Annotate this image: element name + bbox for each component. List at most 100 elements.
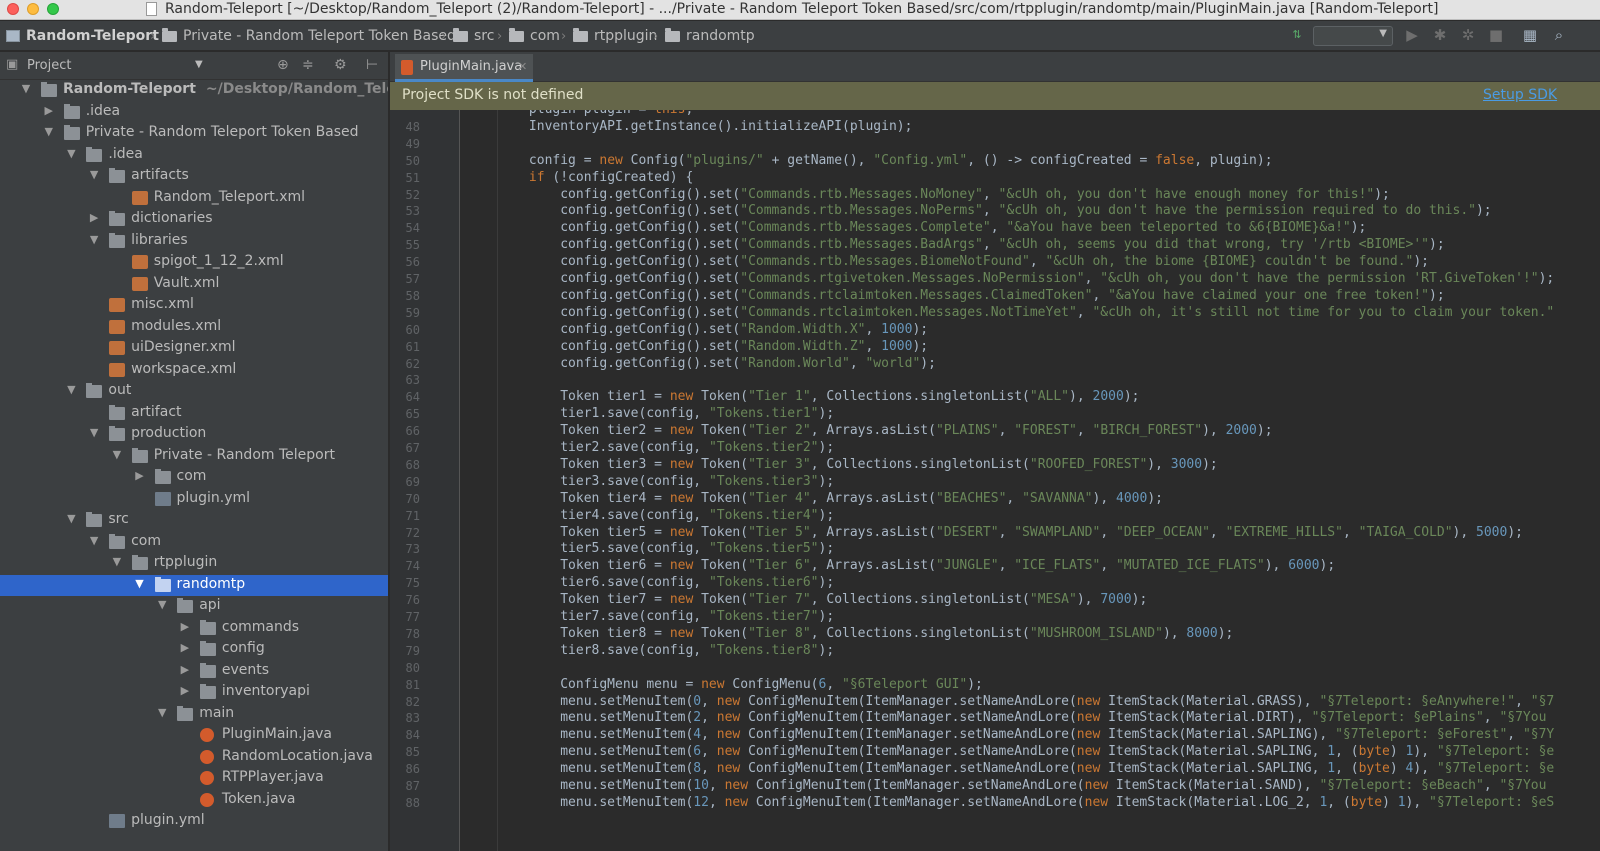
tree-item-libraries[interactable]: ▼ libraries (0, 231, 388, 252)
code-line[interactable]: menu.setMenuItem(2, new ConfigMenuItem(I… (461, 710, 1546, 725)
tree-item-uidesigner-xml[interactable]: uiDesigner.xml (0, 338, 388, 359)
code-line[interactable]: config = new Config("plugins/" + getName… (461, 153, 1273, 168)
tree-item-plugin-yml[interactable]: plugin.yml (0, 811, 388, 832)
code-line[interactable]: Token tier6 = new Token("Tier 6", Arrays… (461, 558, 1335, 573)
tree-item-vault-xml[interactable]: Vault.xml (0, 274, 388, 295)
tree-item-spigot-1-12-2-xml[interactable]: spigot_1_12_2.xml (0, 252, 388, 273)
collapsed-arrow-icon[interactable]: ▶ (179, 620, 191, 633)
minimize-window-button[interactable] (27, 3, 39, 15)
code-line[interactable]: tier1.save(config, "Tokens.tier1"); (461, 406, 834, 421)
tree-item-config[interactable]: ▶ config (0, 639, 388, 660)
locate-icon[interactable]: ⊕ (277, 57, 289, 73)
collapsed-arrow-icon[interactable]: ▶ (179, 663, 191, 676)
close-icon[interactable]: ✕ (518, 60, 527, 73)
tab-pluginmain-java[interactable]: PluginMain.java ✕ (395, 54, 533, 82)
expanded-arrow-icon[interactable]: ▼ (43, 125, 55, 138)
code-line[interactable]: config.getConfig().set("Random.World", "… (461, 356, 936, 371)
project-view-title[interactable]: Project (27, 58, 71, 73)
code-line[interactable]: config.getConfig().set("Random.Width.X",… (461, 322, 928, 337)
tree-item-api[interactable]: ▼ api (0, 596, 388, 617)
tree-item-commands[interactable]: ▶ commands (0, 618, 388, 639)
tree-item-main[interactable]: ▼ main (0, 704, 388, 725)
code-line[interactable]: menu.setMenuItem(8, new ConfigMenuItem(I… (461, 761, 1554, 776)
breadcrumb-src[interactable]: src (453, 27, 494, 45)
code-line[interactable]: plugin plugin = this; (461, 110, 693, 117)
tree-item-randomlocation-java[interactable]: RandomLocation.java (0, 747, 388, 768)
code-line[interactable]: Token tier7 = new Token("Tier 7", Collec… (461, 592, 1147, 607)
tree-item-idea[interactable]: ▼ .idea (0, 145, 388, 166)
code-line[interactable]: Token tier5 = new Token("Tier 5", Arrays… (461, 525, 1523, 540)
tree-item-rtpplugin[interactable]: ▼ rtpplugin (0, 553, 388, 574)
code-line[interactable]: config.getConfig().set("Commands.rtclaim… (461, 305, 1554, 320)
coverage-icon[interactable]: ✲ (1459, 26, 1477, 44)
code-line[interactable]: config.getConfig().set("Commands.rtclaim… (461, 288, 1444, 303)
code-line[interactable]: menu.setMenuItem(12, new ConfigMenuItem(… (461, 795, 1554, 810)
tree-item-randomtp[interactable]: ▼ randomtp (0, 574, 388, 596)
tree-item-production[interactable]: ▼ production (0, 424, 388, 445)
code-line[interactable]: tier8.save(config, "Tokens.tier8"); (461, 643, 834, 658)
tree-item-random-teleport-xml[interactable]: Random_Teleport.xml (0, 188, 388, 209)
code-line[interactable]: tier4.save(config, "Tokens.tier4"); (461, 508, 834, 523)
tree-item-plugin-yml[interactable]: plugin.yml (0, 489, 388, 510)
code-line[interactable]: Token tier8 = new Token("Tier 8", Collec… (461, 626, 1233, 641)
breadcrumb-com[interactable]: com (509, 27, 560, 45)
breadcrumb-project[interactable]: Random-Teleport (6, 27, 159, 45)
expanded-arrow-icon[interactable]: ▼ (111, 448, 123, 461)
code-editor[interactable]: plugin plugin = this; InventoryAPI.getIn… (461, 110, 1600, 851)
expanded-arrow-icon[interactable]: ▼ (111, 555, 123, 568)
breadcrumb-randomtp[interactable]: randomtp (665, 27, 755, 45)
code-line[interactable]: config.getConfig().set("Commands.rtb.Mes… (461, 203, 1491, 218)
code-line[interactable]: config.getConfig().set("Commands.rtb.Mes… (461, 220, 1366, 235)
tree-item-idea[interactable]: ▶ .idea (0, 102, 388, 123)
tree-item-workspace-xml[interactable]: workspace.xml (0, 360, 388, 381)
tree-item-pluginmain-java[interactable]: PluginMain.java (0, 725, 388, 746)
collapse-all-icon[interactable]: ≑ (302, 57, 314, 73)
code-line[interactable]: if (!configCreated) { (461, 170, 693, 185)
expanded-arrow-icon[interactable]: ▼ (65, 383, 77, 396)
tree-item-src[interactable]: ▼ src (0, 510, 388, 531)
expanded-arrow-icon[interactable]: ▼ (156, 706, 168, 719)
collapsed-arrow-icon[interactable]: ▶ (134, 469, 146, 482)
setup-sdk-link[interactable]: Setup SDK (1483, 87, 1557, 103)
code-line[interactable]: InventoryAPI.getInstance().initializeAPI… (461, 119, 913, 134)
code-line[interactable]: Token tier1 = new Token("Tier 1", Collec… (461, 389, 1139, 404)
code-line[interactable]: tier3.save(config, "Tokens.tier3"); (461, 474, 834, 489)
expanded-arrow-icon[interactable]: ▼ (20, 82, 32, 95)
code-line[interactable]: menu.setMenuItem(0, new ConfigMenuItem(I… (461, 694, 1554, 709)
project-structure-icon[interactable]: ▦ (1521, 26, 1539, 44)
sort-icon[interactable]: ⇅ (1288, 26, 1306, 44)
code-line[interactable]: Token tier3 = new Token("Tier 3", Collec… (461, 457, 1218, 472)
code-line[interactable]: config.getConfig().set("Random.Width.Z",… (461, 339, 928, 354)
code-line[interactable]: menu.setMenuItem(6, new ConfigMenuItem(I… (461, 744, 1554, 759)
chevron-down-icon[interactable]: ▼ (195, 59, 203, 70)
tree-item-out[interactable]: ▼ out (0, 381, 388, 402)
tree-item-misc-xml[interactable]: misc.xml (0, 295, 388, 316)
collapsed-arrow-icon[interactable]: ▶ (43, 104, 55, 117)
expanded-arrow-icon[interactable]: ▼ (134, 577, 146, 590)
tree-item-private-random-teleport-token-based[interactable]: ▼ Private - Random Teleport Token Based (0, 123, 388, 144)
tree-item-artifact[interactable]: artifact (0, 403, 388, 424)
code-line[interactable]: Token tier2 = new Token("Tier 2", Arrays… (461, 423, 1272, 438)
code-line[interactable]: tier6.save(config, "Tokens.tier6"); (461, 575, 834, 590)
breadcrumb-rtpplugin[interactable]: rtpplugin (573, 27, 657, 45)
tree-item-token-java[interactable]: Token.java (0, 790, 388, 811)
tree-item-dictionaries[interactable]: ▶ dictionaries (0, 209, 388, 230)
expanded-arrow-icon[interactable]: ▼ (65, 147, 77, 160)
code-line[interactable]: menu.setMenuItem(4, new ConfigMenuItem(I… (461, 727, 1554, 742)
hide-panel-icon[interactable]: ⊢ (366, 57, 378, 73)
code-line[interactable]: config.getConfig().set("Commands.rtb.Mes… (461, 254, 1429, 269)
expanded-arrow-icon[interactable]: ▼ (156, 598, 168, 611)
tree-item-random-teleport[interactable]: ▼ Random-Teleport~/Desktop/Random_Telepor… (0, 80, 388, 101)
run-icon[interactable]: ▶ (1403, 26, 1421, 44)
code-line[interactable]: tier2.save(config, "Tokens.tier2"); (461, 440, 834, 455)
code-line[interactable]: tier7.save(config, "Tokens.tier7"); (461, 609, 834, 624)
debug-icon[interactable]: ✱ (1431, 26, 1449, 44)
tree-item-modules-xml[interactable]: modules.xml (0, 317, 388, 338)
collapsed-arrow-icon[interactable]: ▶ (179, 684, 191, 697)
tree-item-private-random-teleport[interactable]: ▼ Private - Random Teleport (0, 446, 388, 467)
breadcrumb-module[interactable]: Private - Random Teleport Token Based (162, 27, 456, 45)
close-window-button[interactable] (7, 3, 19, 15)
code-line[interactable]: tier5.save(config, "Tokens.tier5"); (461, 541, 834, 556)
tree-item-artifacts[interactable]: ▼ artifacts (0, 166, 388, 187)
code-line[interactable]: config.getConfig().set("Commands.rtgivet… (461, 271, 1554, 286)
